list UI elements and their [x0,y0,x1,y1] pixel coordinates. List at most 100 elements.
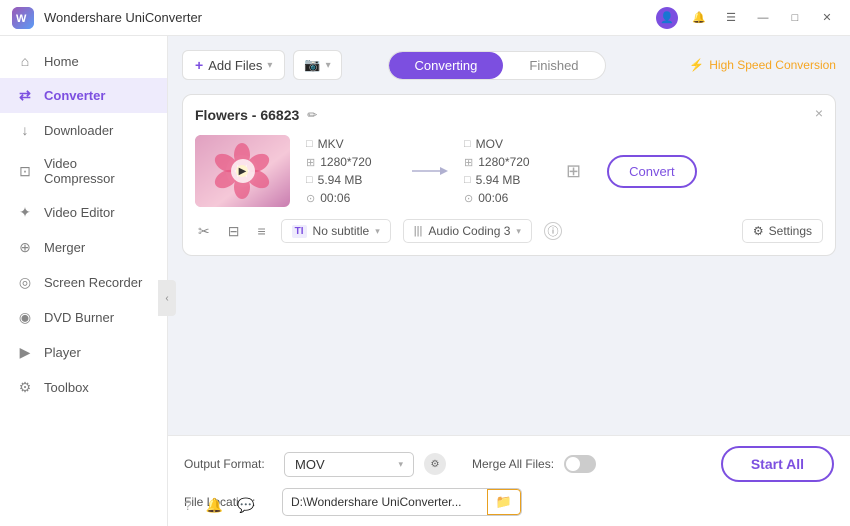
plus-icon: + [195,57,203,73]
file-card: Flowers - 66823 ✏ × [182,94,836,256]
user-icon[interactable]: 👤 [656,7,678,29]
add-files-button[interactable]: + Add Files ▾ [182,50,285,80]
sidebar-label-converter: Converter [44,88,105,103]
window-controls: 👤 🔔 ☰ — □ ✕ [652,7,838,29]
svg-text:W: W [16,13,27,25]
output-resolution: ⊞ 1280*720 [464,155,554,169]
settings-button[interactable]: ⚙ Settings [742,219,823,243]
minimize-button[interactable]: — [752,7,774,29]
settings-label: Settings [769,224,812,238]
duration-icon: ⊙ [306,192,315,205]
format-settings-icon[interactable]: ⚙ [424,453,446,475]
bookmark-icon[interactable]: ⊟ [225,220,243,243]
subtitle-select[interactable]: TI No subtitle ▾ [281,219,391,243]
source-resolution-value: 1280*720 [320,155,371,169]
sidebar-item-home[interactable]: ⌂ Home [0,44,167,78]
edit-filename-icon[interactable]: ✏ [307,108,317,122]
output-size-icon: □ [464,174,471,186]
sidebar-item-toolbox[interactable]: ⚙ Toolbox [0,370,167,405]
browse-folder-button[interactable]: 📁 [487,489,521,515]
output-details: □ MOV ⊞ 1280*720 □ 5.94 MB [464,137,554,205]
sidebar-label-compressor: Video Compressor [44,156,151,186]
downloader-icon: ↓ [16,122,34,138]
audio-select[interactable]: ||| Audio Coding 3 ▾ [403,219,532,243]
sidebar-item-screen-recorder[interactable]: ◎ Screen Recorder [0,265,167,300]
maximize-button[interactable]: □ [784,7,806,29]
sidebar-label-toolbox: Toolbox [44,380,89,395]
sidebar-label-editor: Video Editor [44,205,115,220]
format-dropdown-icon: ▾ [398,459,403,470]
sidebar-item-video-editor[interactable]: ✦ Video Editor [0,195,167,230]
title-bar: W Wondershare UniConverter 👤 🔔 ☰ — □ ✕ [0,0,850,36]
file-details: □ MKV ⊞ 1280*720 □ 5.94 MB [306,137,823,205]
add-source-button[interactable]: 📷 ▾ [293,50,341,80]
sidebar-collapse-button[interactable]: ‹ [158,280,176,316]
subtitle-label: No subtitle [313,224,370,238]
size-icon: □ [306,174,313,186]
output-resolution-icon: ⊞ [464,156,473,169]
source-duration-value: 00:06 [320,191,350,205]
card-actions-right: ⊞ Convert [566,155,697,188]
output-duration-value: 00:06 [478,191,508,205]
output-format-select[interactable]: MOV ▾ [284,452,414,477]
output-format-value: MOV [295,457,325,472]
convert-arrow [396,161,464,181]
gear-icon: ⚙ [753,224,764,238]
sidebar-item-player[interactable]: ▶ Player [0,335,167,370]
source-format: □ MKV [306,137,396,151]
cut-icon[interactable]: ✂ [195,220,213,243]
bell-icon[interactable]: 🔔 [206,497,223,514]
sidebar-item-video-compressor[interactable]: ⊡ Video Compressor [0,147,167,195]
top-bar: + Add Files ▾ 📷 ▾ Converting Finished ⚡ … [182,50,836,80]
app-logo: W [12,7,34,29]
feedback-icon[interactable]: 💬 [237,497,254,514]
output-format-icon: □ [464,138,471,150]
bottom-icons: ? 🔔 💬 [184,497,255,514]
start-all-button[interactable]: Start All [721,446,834,482]
convert-button[interactable]: Convert [607,155,697,188]
file-location-value: D:\Wondershare UniConverter... [283,491,487,513]
source-size: □ 5.94 MB [306,173,396,187]
sidebar-label-merger: Merger [44,240,85,255]
speed-badge: ⚡ High Speed Conversion [689,58,836,72]
file-name: Flowers - 66823 [195,107,299,123]
info-icon[interactable]: ⓘ [544,222,562,240]
play-button[interactable]: ▶ [231,159,255,183]
sidebar-label-dvd: DVD Burner [44,310,114,325]
source-size-value: 5.94 MB [318,173,363,187]
output-settings-icon[interactable]: ⊞ [566,161,581,182]
notification-icon[interactable]: 🔔 [688,7,710,29]
sidebar-label-home: Home [44,54,79,69]
bottom-bar: Output Format: MOV ▾ ⚙ Merge All Files: … [168,435,850,526]
sidebar-item-dvd-burner[interactable]: ◉ DVD Burner [0,300,167,335]
dropdown-chevron-icon2: ▾ [326,60,331,71]
sidebar-label-downloader: Downloader [44,123,113,138]
tab-converting[interactable]: Converting [389,52,504,79]
file-card-header: Flowers - 66823 ✏ [195,107,823,123]
app-title: Wondershare UniConverter [44,10,652,25]
source-details: □ MKV ⊞ 1280*720 □ 5.94 MB [306,137,396,205]
help-icon[interactable]: ? [184,497,192,514]
effects-icon[interactable]: ≡ [254,220,268,242]
audio-wave-icon: ||| [414,225,423,237]
output-format-label: Output Format: [184,457,274,471]
sidebar-item-merger[interactable]: ⊕ Merger [0,230,167,265]
sidebar-item-downloader[interactable]: ↓ Downloader [0,113,167,147]
sidebar: ⌂ Home ⇄ Converter ↓ Downloader ⊡ Video … [0,36,168,526]
subtitle-chevron-icon: ▾ [375,226,380,237]
file-location-row: File Location: D:\Wondershare UniConvert… [184,488,834,516]
converter-icon: ⇄ [16,87,34,104]
audio-label: Audio Coding 3 [428,224,510,238]
close-card-button[interactable]: × [815,105,823,121]
video-thumbnail: ▶ [195,135,290,207]
audio-chevron-icon: ▾ [516,226,521,237]
menu-icon[interactable]: ☰ [720,7,742,29]
add-files-label: Add Files [208,58,262,73]
tab-finished[interactable]: Finished [503,52,604,79]
sidebar-item-converter[interactable]: ⇄ Converter [0,78,167,113]
content-area: + Add Files ▾ 📷 ▾ Converting Finished ⚡ … [168,36,850,526]
output-resolution-value: 1280*720 [478,155,529,169]
merge-toggle[interactable] [564,455,596,473]
close-button[interactable]: ✕ [816,7,838,29]
toolbox-icon: ⚙ [16,379,34,396]
